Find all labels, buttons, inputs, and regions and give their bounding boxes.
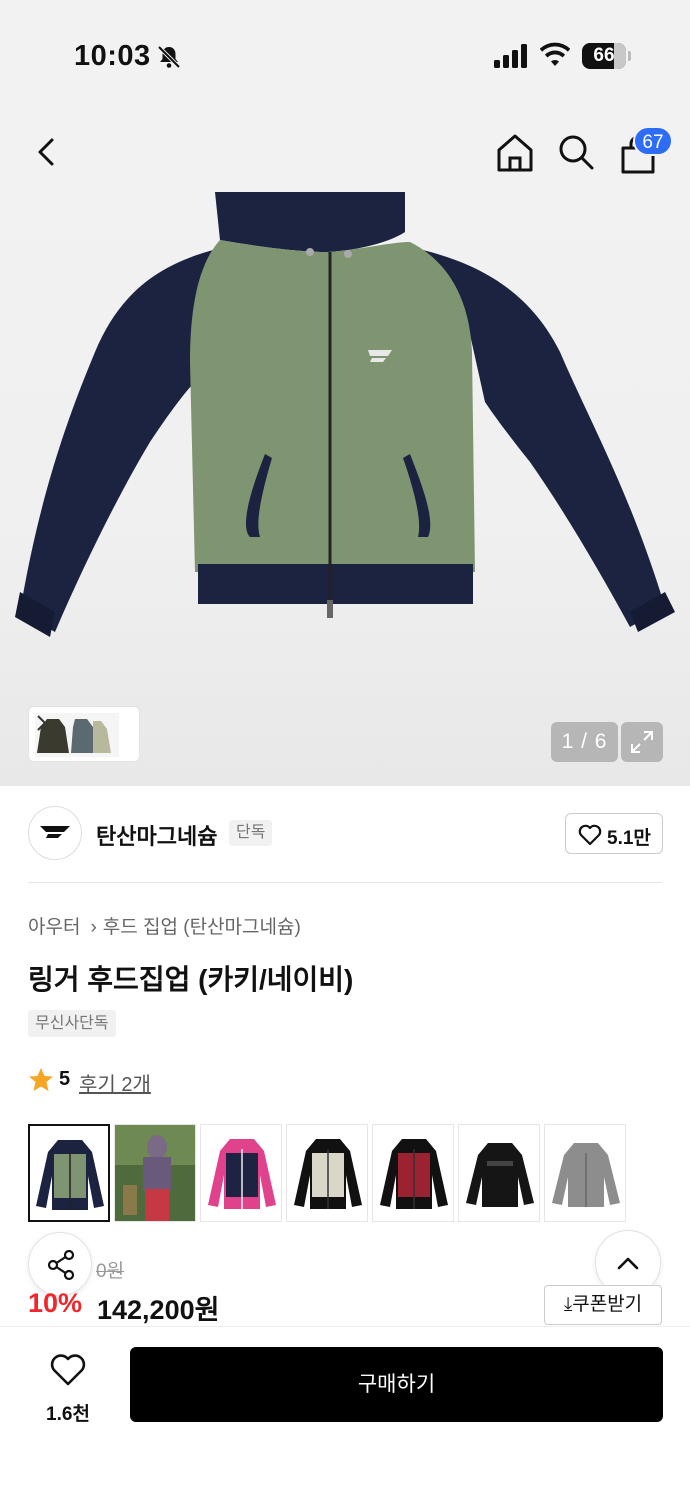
status-bar: 10:03 66 <box>0 0 690 110</box>
rating-value: 5 <box>59 1068 71 1090</box>
battery-indicator: 66 <box>582 43 631 69</box>
heart-icon <box>578 824 602 846</box>
gallery-thumbnails <box>35 713 119 757</box>
gallery-thumbnail-strip[interactable] <box>28 706 140 762</box>
divider <box>28 882 662 883</box>
color-option-pink-navy[interactable] <box>200 1124 282 1222</box>
color-option-black[interactable] <box>458 1124 540 1222</box>
buy-button[interactable]: 구매하기 <box>130 1347 663 1422</box>
status-time: 10:03 <box>74 40 151 72</box>
color-option-cream-black[interactable] <box>286 1124 368 1222</box>
back-icon[interactable] <box>30 132 66 172</box>
color-option-grey[interactable] <box>544 1124 626 1222</box>
coupon-label: 쿠폰받기 <box>572 1294 643 1315</box>
search-icon[interactable] <box>556 132 596 172</box>
breadcrumb-item-subcategory[interactable]: 후드 집업 (탄산마그네슘) <box>103 917 301 938</box>
coupon-download-button[interactable]: ⤓쿠폰받기 <box>544 1285 662 1325</box>
product-gallery[interactable]: 67 1 / 6 <box>0 110 690 786</box>
product-main-image <box>15 192 675 637</box>
color-option-red-black[interactable] <box>372 1124 454 1222</box>
color-option-lookbook[interactable] <box>114 1124 196 1222</box>
battery-level: 66 <box>593 45 615 66</box>
brand-exclusive-tag: 단독 <box>229 820 273 846</box>
product-title: 링거 후드집업 (카키/네이비) <box>28 964 354 995</box>
brand-like-count: 5.1만 <box>607 828 651 849</box>
home-icon[interactable] <box>494 132 536 174</box>
expand-image-button[interactable] <box>621 722 663 762</box>
brand-name[interactable]: 탄산마그네슘 <box>96 819 217 851</box>
brand-row: 탄산마그네슘 단독 5.1만 <box>0 786 690 882</box>
chevron-right-icon <box>37 715 47 731</box>
breadcrumb: 아우터 › 후드 집업 (탄산마그네슘) <box>28 912 301 939</box>
discount-rate: 10% <box>28 1288 83 1318</box>
color-option-khaki-navy[interactable] <box>28 1124 110 1222</box>
color-options <box>28 1124 668 1222</box>
brand-logo-mark <box>40 826 70 838</box>
download-icon: ⤓ <box>563 1294 573 1315</box>
share-icon <box>47 1249 75 1281</box>
star-icon <box>29 1068 53 1091</box>
heart-icon <box>50 1354 86 1386</box>
original-price: 0원 <box>96 1261 125 1282</box>
expand-icon <box>631 731 653 753</box>
wishlist-count: 1.6천 <box>46 1404 90 1425</box>
review-count-link[interactable]: 후기 2개 <box>79 1068 151 1097</box>
sale-price: 142,200원 <box>97 1295 220 1325</box>
bottom-action-bar: 1.6천 구매하기 <box>0 1326 690 1500</box>
chevron-right-icon: › <box>90 917 97 938</box>
breadcrumb-item-category[interactable]: 아우터 <box>28 917 80 938</box>
signal-icon <box>494 44 527 68</box>
brand-logo[interactable] <box>28 806 82 860</box>
brand-like-button[interactable]: 5.1만 <box>565 813 663 854</box>
wifi-icon <box>540 42 570 66</box>
share-button[interactable] <box>28 1232 92 1296</box>
wishlist-button[interactable]: 1.6천 <box>28 1349 108 1429</box>
exclusive-badge: 무신사단독 <box>28 1010 116 1037</box>
cart-count-badge: 67 <box>633 126 673 156</box>
chevron-up-icon <box>617 1257 639 1270</box>
bell-off-icon <box>157 45 181 69</box>
gallery-page-indicator: 1 / 6 <box>551 722 618 762</box>
